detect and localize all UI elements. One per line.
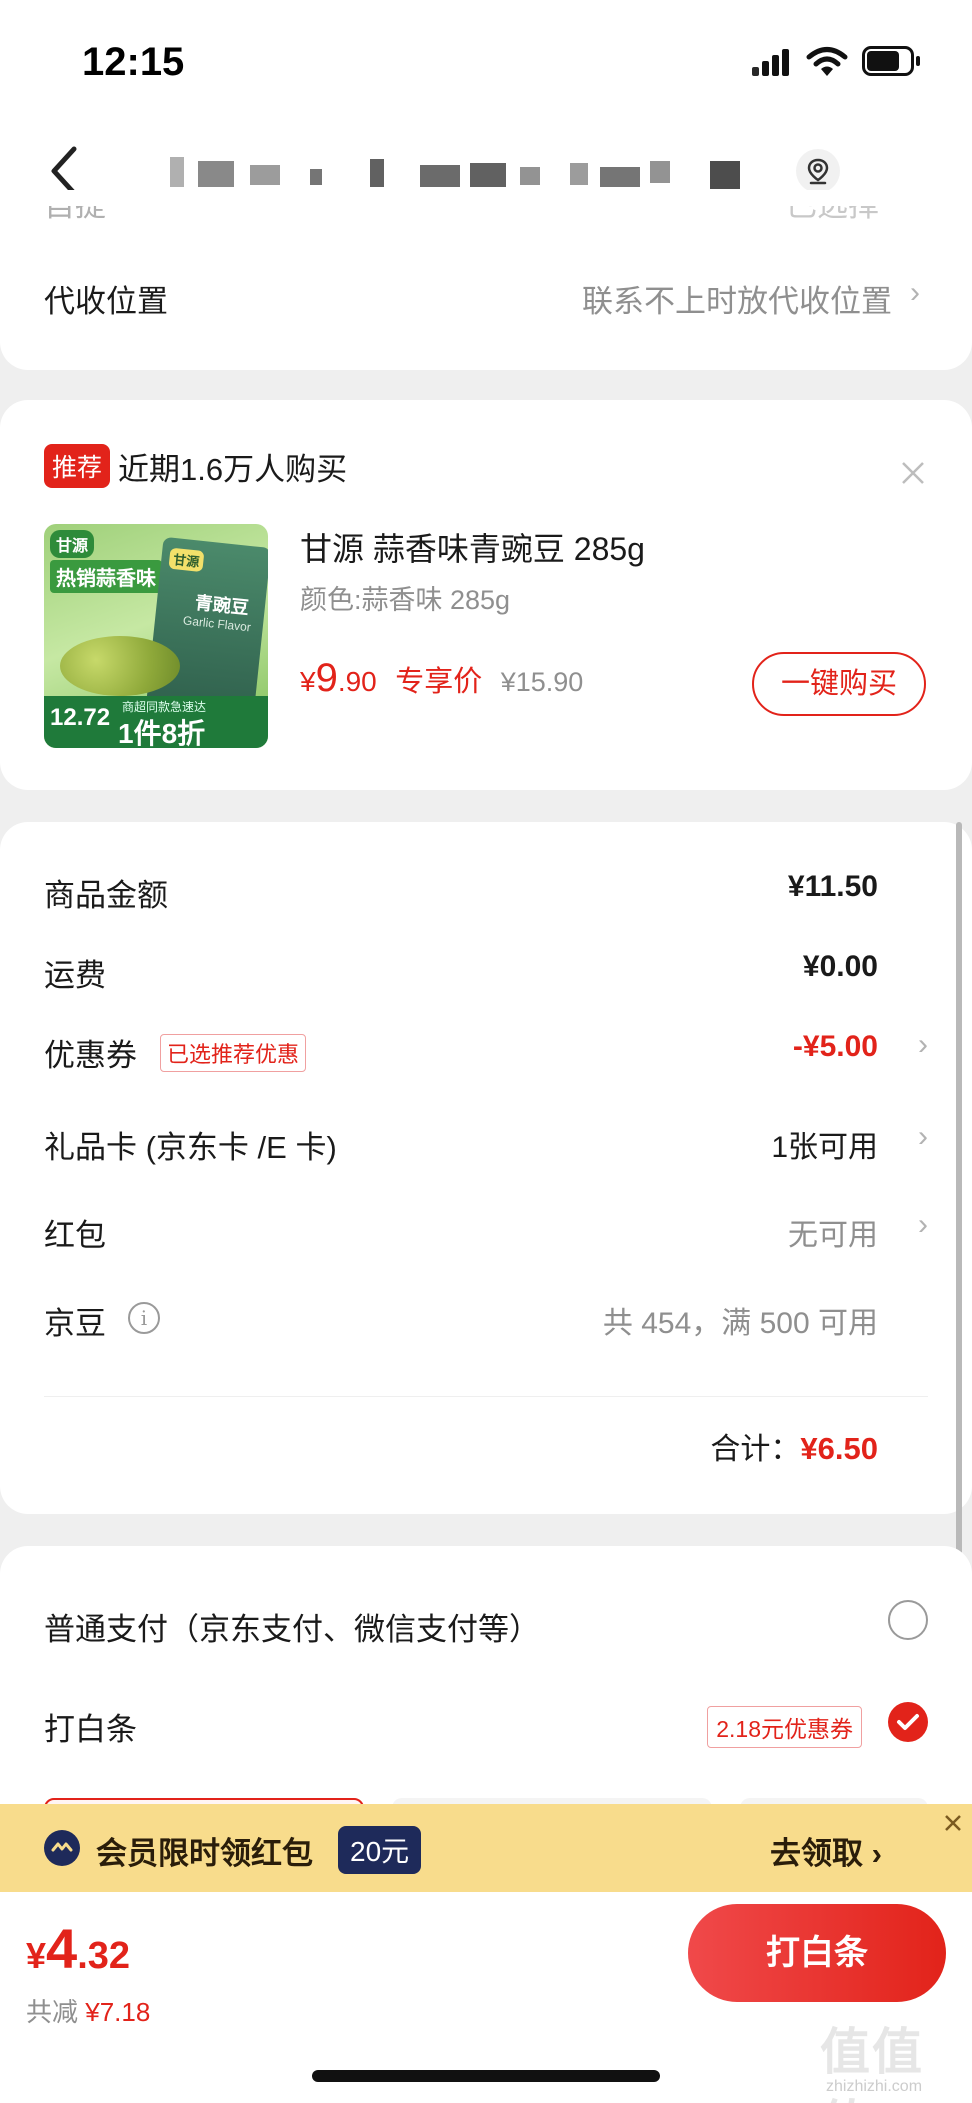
bag-brand: 甘源	[168, 547, 205, 573]
watermark-sub: zhizhizhi.com	[826, 2078, 923, 2095]
final-price-symbol: ¥	[26, 1935, 47, 1976]
scroll-indicator[interactable]	[956, 822, 962, 1652]
red-packet-value: 无可用	[788, 1219, 878, 1252]
recommend-card: 推荐 近期1.6万人购买 甘源 热销蒜香味 甘源 青豌豆 Garlic Flav…	[0, 400, 972, 790]
red-packet-row[interactable]: 红包 无可用 ›	[44, 1202, 928, 1256]
original-price: ¥15.90	[500, 667, 584, 697]
summary-card: 商品金额 ¥11.50 运费 ¥0.00 优惠券 已选推荐优惠 -¥5.00 ›…	[0, 822, 972, 1514]
product-spec: 颜色:蒜香味 285g	[300, 585, 511, 615]
jd-beans-value: 共 454，满 500 可用	[602, 1307, 878, 1340]
status-time: 12:15	[82, 40, 185, 84]
address-card: 自提 已选择 代收位置 联系不上时放代收位置 ›	[0, 190, 972, 370]
final-price-decimal: .32	[77, 1935, 131, 1977]
coupon-label: 优惠券	[44, 1038, 137, 1073]
normal-pay-row[interactable]: 普通支付（京东支付、微信支付等）	[44, 1596, 928, 1652]
recommend-headline: 近期1.6万人购买	[118, 452, 348, 487]
coupon-value: -¥5.00	[792, 1030, 878, 1063]
deal-strip: 12.72 商超同款急速达 1件8折	[44, 696, 268, 748]
total-value: ¥6.50	[800, 1431, 878, 1466]
shipping-value: ¥0.00	[802, 950, 878, 983]
promo-amount-badge: 20元	[338, 1826, 422, 1874]
divider	[44, 1396, 928, 1397]
red-packet-label: 红包	[44, 1218, 106, 1253]
brand-logo: 甘源	[50, 530, 95, 558]
cellular-signal-icon	[752, 48, 792, 76]
deal-text: 1件8折	[118, 718, 206, 748]
submit-order-button[interactable]: 打白条	[688, 1904, 946, 2002]
coupon-badge: 已选推荐优惠	[160, 1034, 307, 1072]
collect-location-row[interactable]: 联系不上时放代收位置 ›	[540, 274, 920, 319]
saved-value: ¥7.18	[85, 1997, 151, 2027]
jd-beans-label: 京豆	[44, 1306, 106, 1341]
price-symbol: ¥	[300, 666, 316, 697]
chevron-right-icon: ›	[910, 276, 920, 309]
gift-card-label: 礼品卡 (京东卡 /E 卡)	[44, 1130, 337, 1165]
chevron-right-icon: ›	[918, 1028, 928, 1061]
goods-amount-label: 商品金额	[44, 878, 168, 913]
close-icon[interactable]	[898, 458, 928, 488]
one-click-buy-button[interactable]: 一键购买	[752, 652, 926, 716]
coupon-row[interactable]: 优惠券 已选推荐优惠 -¥5.00 ›	[44, 1022, 928, 1076]
saved-label: 共减	[26, 1997, 79, 2027]
wifi-icon	[806, 47, 848, 76]
price-tag: 专享价	[395, 666, 483, 698]
total-row: 合计：¥6.50	[710, 1424, 878, 1468]
saved-amount: 共减 ¥7.18	[26, 1992, 150, 2029]
total-label: 合计：	[710, 1433, 801, 1466]
promo-close-icon[interactable]	[942, 1812, 964, 1834]
price-decimal: .90	[337, 666, 377, 697]
payment-card: 普通支付（京东支付、微信支付等） 打白条 2.18元优惠券	[0, 1546, 972, 1858]
chevron-right-icon: ›	[918, 1120, 928, 1153]
checkmark-icon	[897, 1714, 919, 1730]
flavor-banner: 热销蒜香味	[50, 560, 162, 593]
product-image[interactable]: 甘源 热销蒜香味 甘源 青豌豆 Garlic Flavor 12.72 商超同款…	[44, 524, 268, 748]
collect-location-value: 联系不上时放代收位置	[582, 284, 892, 319]
peas-bowl	[60, 636, 180, 696]
location-icon[interactable]	[796, 149, 840, 193]
baitiao-label: 打白条	[44, 1712, 137, 1747]
promo-text: 会员限时领红包	[96, 1836, 313, 1871]
price-integer: 9	[315, 656, 338, 700]
baitiao-row[interactable]: 打白条 2.18元优惠券	[44, 1696, 928, 1752]
promo-bar[interactable]: 会员限时领红包 20元 去领取 ›	[0, 1804, 972, 1892]
info-icon[interactable]: i	[128, 1302, 160, 1334]
gift-card-row[interactable]: 礼品卡 (京东卡 /E 卡) 1张可用 ›	[44, 1114, 928, 1168]
chevron-right-icon: ›	[918, 1208, 928, 1241]
radio-checked[interactable]	[888, 1702, 928, 1742]
baitiao-coupon-badge: 2.18元优惠券	[707, 1706, 862, 1748]
battery-icon	[862, 46, 920, 76]
product-price: ¥9.90 专享价 ¥15.90	[300, 656, 583, 701]
recommend-tag: 推荐	[44, 444, 111, 488]
status-bar: 12:15	[0, 0, 972, 125]
collect-location-label: 代收位置	[44, 284, 168, 319]
radio-unchecked[interactable]	[888, 1600, 928, 1640]
deal-small-price: 12.72	[50, 704, 111, 731]
goods-amount-value: ¥11.50	[787, 870, 878, 903]
promo-action[interactable]: 去领取 ›	[770, 1828, 882, 1873]
product-name: 甘源 蒜香味青豌豆 285g	[300, 531, 645, 567]
bottom-bar: ¥4.32 共减 ¥7.18 打白条 值值值 zhizhizhi.com	[0, 1892, 972, 2103]
shipping-label: 运费	[44, 958, 106, 993]
member-icon	[44, 1830, 80, 1866]
home-indicator[interactable]	[312, 2070, 660, 2082]
blurred-address-title	[170, 155, 740, 191]
final-price: ¥4.32	[26, 1916, 130, 1981]
gift-card-value: 1张可用	[771, 1131, 878, 1164]
normal-pay-label: 普通支付（京东支付、微信支付等）	[44, 1612, 540, 1647]
final-price-integer: 4	[46, 1917, 78, 1980]
